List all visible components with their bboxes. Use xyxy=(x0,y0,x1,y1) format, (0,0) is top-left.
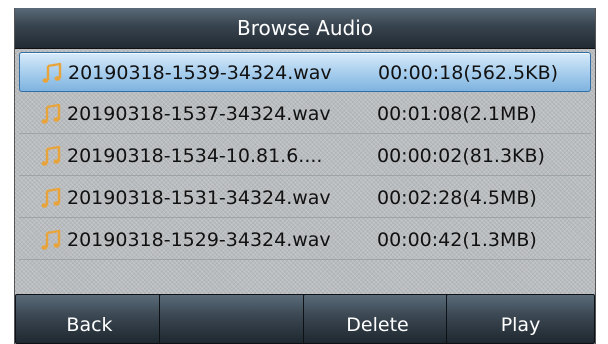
softkey-bar: Back Delete Play xyxy=(15,294,595,344)
file-name: 20190318-1529-34324.wav xyxy=(67,229,331,251)
file-duration-size: 00:00:02(81.3KB) xyxy=(377,145,545,167)
empty-softkey[interactable] xyxy=(159,294,308,344)
music-note-icon xyxy=(41,103,61,124)
file-name: 20190318-1531-34324.wav xyxy=(67,187,331,209)
file-duration-size: 00:00:18(562.5KB) xyxy=(378,62,559,84)
file-duration-size: 00:02:28(4.5MB) xyxy=(377,187,537,209)
audio-file-item-1[interactable]: 20190318-1539-34324.wav 00:00:18(562.5KB… xyxy=(19,52,591,92)
music-note-icon xyxy=(42,62,62,83)
browse-audio-window: Browse Audio 20190318-1539-34324.wav 00:… xyxy=(14,8,596,344)
file-duration-size: 00:01:08(2.1MB) xyxy=(377,103,537,125)
music-note-icon xyxy=(41,187,61,208)
music-note-icon xyxy=(41,229,61,250)
window-title: Browse Audio xyxy=(15,8,595,49)
delete-softkey[interactable]: Delete xyxy=(303,294,452,344)
file-name: 20190318-1537-34324.wav xyxy=(67,103,331,125)
file-name: 20190318-1539-34324.wav xyxy=(68,62,332,84)
audio-file-item-4[interactable]: 20190318-1531-34324.wav 00:02:28(4.5MB) xyxy=(19,178,591,218)
file-duration-size: 00:00:42(1.3MB) xyxy=(377,229,537,251)
audio-file-item-3[interactable]: 20190318-1534-10.81.6.... 00:00:02(81.3K… xyxy=(19,136,591,176)
file-name: 20190318-1534-10.81.6.... xyxy=(67,145,323,167)
audio-file-item-5[interactable]: 20190318-1529-34324.wav 00:00:42(1.3MB) xyxy=(19,220,591,260)
play-softkey[interactable]: Play xyxy=(446,294,595,344)
audio-file-item-2[interactable]: 20190318-1537-34324.wav 00:01:08(2.1MB) xyxy=(19,94,591,134)
back-softkey[interactable]: Back xyxy=(15,294,164,344)
music-note-icon xyxy=(41,145,61,166)
phone-screen: Browse Audio 20190318-1539-34324.wav 00:… xyxy=(0,0,608,344)
